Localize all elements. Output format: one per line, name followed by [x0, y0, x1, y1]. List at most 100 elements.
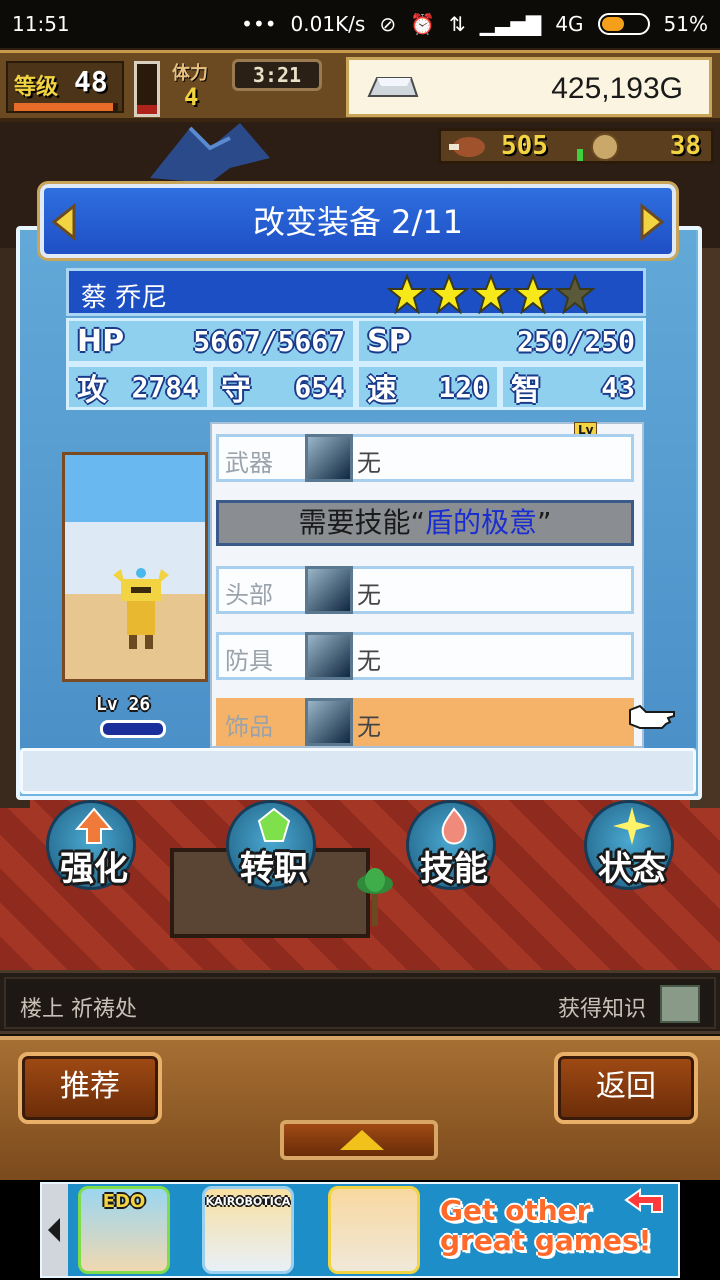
equip-slot-weapon[interactable]: 武器 无 [216, 434, 634, 482]
resource-bar: 505 38 [438, 128, 714, 164]
star-empty-icon [555, 274, 595, 314]
pointing-hand-icon [629, 704, 675, 729]
requirement-suffix: ” [537, 506, 552, 539]
more-dots-icon: ••• [241, 12, 277, 36]
ad-app-kairobotica[interactable]: KAIROBOTICA [202, 1186, 294, 1274]
def-label: 守 [221, 373, 251, 408]
battery-percent: 51% [663, 12, 708, 36]
spd-value: 120 [438, 370, 489, 404]
equip-slot-armor[interactable]: 防具 无 [216, 632, 634, 680]
knowledge-scroll-icon[interactable] [660, 985, 700, 1023]
top-hud: 等级 48 体力 4 3:21 425,193G [0, 50, 720, 122]
status-bar: 11:51 ••• 0.01K/s ⊘ ⏰ ⇅ ▁▃▅▇ 4G 51% [0, 0, 720, 48]
skill-button[interactable]: 技能 [406, 800, 496, 890]
food-indicator [577, 149, 583, 161]
sp-label: SP [367, 323, 411, 359]
level-progress-bar [14, 103, 118, 111]
stamina-label: 体力 [172, 63, 208, 84]
equip-slot-value: 无 [357, 713, 381, 741]
network-type: 4G [555, 12, 584, 36]
equip-slot-head[interactable]: 头部 无 [216, 566, 634, 614]
flame-icon [441, 807, 467, 845]
food-value: 505 [501, 131, 548, 161]
skill-requirement-banner: 需要技能“盾的极意” [216, 500, 634, 546]
character-header: 蔡 乔尼 [66, 268, 646, 316]
stat-hp: HP 5667/5667 [66, 318, 356, 364]
equip-slot-icon [305, 632, 353, 680]
character-level: Lv 26 [96, 694, 151, 715]
star-filled-icon [513, 274, 553, 314]
stamina-fill [137, 105, 157, 114]
equip-slot-value: 无 [357, 647, 381, 675]
gold-display: 425,193G [346, 57, 712, 117]
stat-spd: 速 120 [356, 364, 500, 410]
medal-value: 38 [669, 131, 701, 161]
alarm-icon: ⏰ [410, 12, 436, 36]
enhance-label: 强化 [60, 849, 128, 889]
recommend-button[interactable]: 推荐 [18, 1052, 162, 1124]
stat-def: 守 654 [210, 364, 356, 410]
hp-value: 5667/5667 [193, 324, 345, 358]
data-transfer-icon: ⇅ [449, 12, 466, 36]
knight-sprite-icon [113, 568, 169, 649]
ad-app-name: KAIROBOTICA [205, 1195, 291, 1208]
requirement-prefix: 需要技能“ [298, 506, 425, 539]
equip-panel-footer [20, 748, 696, 794]
arrow-up-icon [340, 1130, 384, 1150]
equip-slot-label: 防具 [225, 647, 273, 675]
ad-app-edo[interactable]: EDO [78, 1186, 170, 1274]
job-change-button[interactable]: 转职 [226, 800, 316, 890]
job-change-label: 转职 [240, 849, 308, 889]
enhance-button[interactable]: 强化 [46, 800, 136, 890]
spd-label: 速 [367, 373, 397, 408]
stamina-timer: 3:21 [232, 59, 322, 91]
status-right: ••• 0.01K/s ⊘ ⏰ ⇅ ▁▃▅▇ 4G 51% [241, 12, 708, 36]
sp-value: 250/250 [516, 324, 635, 358]
star-filled-icon [471, 274, 511, 314]
equip-slot-label: 头部 [225, 581, 273, 609]
return-arrow-icon [624, 1188, 663, 1213]
equip-slot-value: 无 [357, 449, 381, 477]
equip-slot-icon [305, 566, 353, 614]
ad-cta-line2: great games! [440, 1224, 652, 1257]
battery-icon [597, 13, 650, 35]
green-crystal-icon [257, 807, 291, 842]
sparkle-icon [613, 807, 651, 845]
dragon-sprite-icon [150, 123, 270, 183]
character-name: 蔡 乔尼 [81, 283, 168, 313]
required-skill-name: 盾的极意 [424, 506, 537, 539]
knowledge-text: 获得知识 [557, 997, 646, 1022]
stamina-gauge [134, 61, 160, 117]
panel-title: 改变装备 2/11 [252, 203, 464, 241]
status-label: 状态 [598, 849, 666, 889]
medal-icon [591, 133, 619, 161]
stamina-value: 4 [184, 83, 199, 111]
stat-sp: SP 250/250 [356, 318, 646, 364]
hp-label: HP [77, 323, 125, 359]
meat-icon [449, 137, 485, 157]
def-value: 654 [294, 370, 345, 404]
atk-label: 攻 [77, 373, 107, 408]
mute-icon: ⊘ [379, 12, 397, 36]
silver-ingot-icon [367, 77, 419, 97]
int-label: 智 [511, 373, 541, 408]
back-button[interactable]: 返回 [554, 1052, 698, 1124]
status-time: 11:51 [12, 12, 70, 36]
stat-atk: 攻 2784 [66, 364, 210, 410]
equip-slot-accessory[interactable]: 饰品 无 [216, 698, 634, 746]
level-box: 等级 48 [6, 61, 124, 113]
status-button[interactable]: 状态 [584, 800, 674, 890]
panel-title-bar: 改变装备 2/11 [40, 184, 676, 258]
signal-icon: ▁▃▅▇ [479, 12, 542, 36]
location-bar: 楼上 祈祷处 获得知识 [0, 970, 720, 1034]
chevron-left-icon [48, 1218, 60, 1242]
next-character-arrow-icon[interactable] [638, 202, 666, 242]
ad-app-name: EDO [102, 1191, 146, 1212]
ad-prev-button[interactable] [42, 1184, 68, 1276]
ad-app-cafe[interactable] [328, 1186, 420, 1274]
star-filled-icon [387, 274, 427, 314]
stat-row-combat: 攻 2784 守 654 速 120 智 43 [66, 364, 646, 410]
level-value: 48 [74, 65, 108, 98]
expand-menu-button[interactable] [280, 1120, 438, 1160]
star-filled-icon [429, 274, 469, 314]
